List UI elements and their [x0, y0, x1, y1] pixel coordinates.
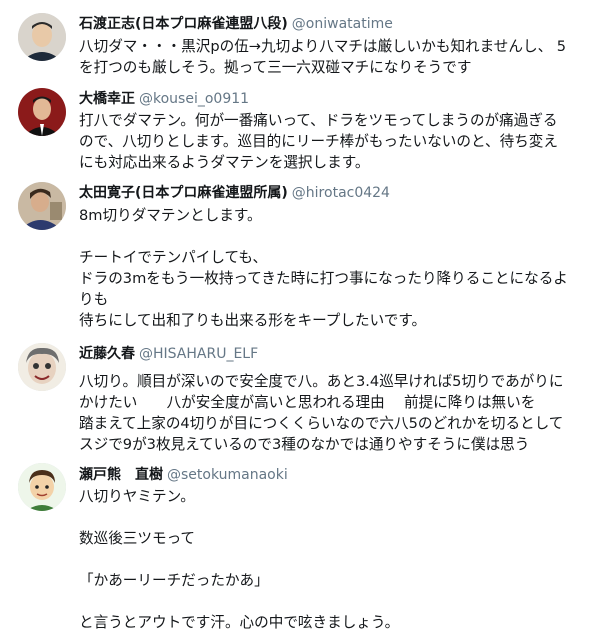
display-name[interactable]: 太田寛子(日本プロ麻雀連盟所属) [79, 185, 288, 201]
tweet-text-line [79, 507, 588, 528]
user-handle[interactable]: @kousei_o0911 [139, 91, 249, 107]
tweet-text-line [79, 549, 588, 570]
tweet-text-line: スジで9が3枚見えているので3種のなかでは通りやすそうに僕は思う [79, 436, 530, 453]
tweet-text: 打八でダマテン。何が一番痛いって、ドラをツモってしまうのが痛過ぎる ので、八切り… [79, 110, 588, 173]
tweet-text: 八切りヤミテン。 数巡後三ツモって 「かあーリーチだったかあ」 と言うとアウトで… [79, 486, 588, 633]
tweet-text-line: ので、八切りとします。巡目的にリーチ棒がもったいないのと、待ち変え [79, 133, 558, 150]
tweet-text-line [79, 591, 588, 612]
user-avatar-icon[interactable] [18, 88, 66, 136]
user-avatar-icon[interactable] [18, 343, 66, 391]
user-handle[interactable]: @oniwatatime [292, 16, 393, 32]
user-avatar-icon[interactable] [18, 13, 66, 61]
display-name[interactable]: 石渡正志(日本プロ麻雀連盟八段) [79, 16, 288, 32]
tweet-text-line: 八切りヤミテン。 [79, 488, 195, 505]
tweet-text-line: チートイでテンパイしても、 [79, 249, 268, 266]
tweet-text-line: ドラの3mをもう一枚持ってきた時に打つ事になったり降りることになるよ [79, 270, 568, 287]
tweet-text-line: かけたい 八が安全度が高いと思われる理由 前提に降りは無いを [79, 394, 536, 411]
display-name[interactable]: 近藤久春 [79, 346, 135, 362]
tweet-text-line: 八切ダマ・・・黒沢pの伍→九切より八マチは厳しいかも知れませんし、 5 [79, 38, 567, 55]
user-handle[interactable]: @HISAHARU_ELF [139, 346, 258, 362]
user-handle[interactable]: @setokumanaoki [167, 467, 288, 483]
tweet-text: 8m切りダマテンとします。 チートイでテンパイしても、 ドラの3mをもう一枚持っ… [79, 205, 588, 331]
user-handle[interactable]: @hirotac0424 [292, 185, 390, 201]
tweet-text-line: 数巡後三ツモって [79, 530, 196, 547]
tweet-text-line: を打つのも厳しそう。拠って三一六双碰マチになりそうです [79, 59, 472, 76]
tweet-feed: 石渡正志(日本プロ麻雀連盟八段) @oniwatatime 八切ダマ・・・黒沢pの… [0, 0, 600, 633]
user-avatar-icon[interactable] [18, 182, 66, 230]
tweet-text-line: 八切り。順目が深いので安全度で八。あと3.4巡早ければ5切りであがりに [79, 373, 564, 390]
user-avatar-icon[interactable] [18, 463, 66, 511]
tweet-text-line: 8m切りダマテンとします。 [79, 207, 262, 224]
tweet-text-line [79, 226, 588, 247]
tweet-text: 八切り。順目が深いので安全度で八。あと3.4巡早ければ5切りであがりに かけたい… [79, 371, 588, 455]
tweet-text-line: 「かあーリーチだったかあ」 [79, 572, 269, 589]
tweet-text-line: りも [79, 291, 109, 308]
tweet-text-line: 待ちにして出和了りも出来る形をキープしたいです。 [79, 312, 427, 329]
tweet-text-line: 踏まえて上家の4切りが目につくくらいなので六八5のどれかを切るとして [79, 415, 564, 432]
display-name[interactable]: 大橋幸正 [79, 91, 135, 107]
tweet-text: 八切ダマ・・・黒沢pの伍→九切より八マチは厳しいかも知れませんし、 5 を打つの… [79, 36, 588, 78]
display-name[interactable]: 瀬戸熊 直樹 [79, 467, 163, 483]
tweet-text-line: にも対応出来るようダマテンを選択します。 [79, 154, 370, 171]
tweet-text-line: 打八でダマテン。何が一番痛いって、ドラをツモってしまうのが痛過ぎる [79, 112, 558, 129]
